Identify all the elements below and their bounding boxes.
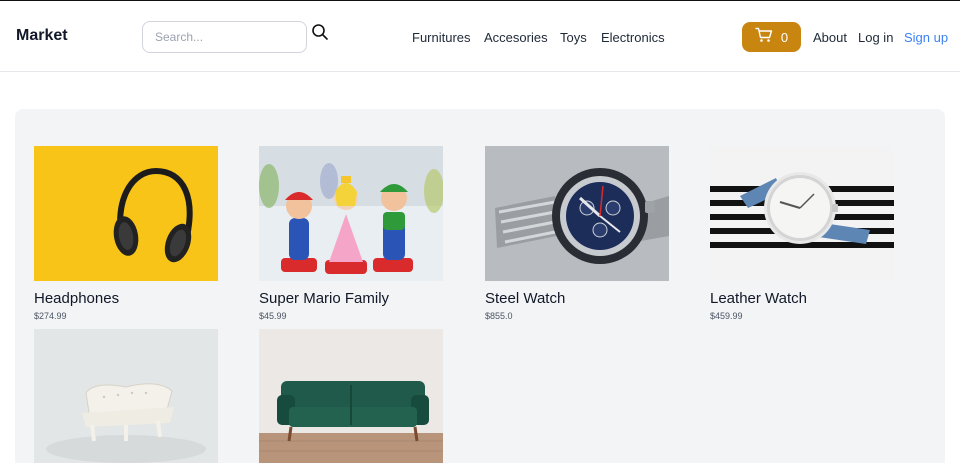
- login-link[interactable]: Log in: [858, 30, 893, 45]
- product-price: $274.99: [34, 311, 67, 321]
- cart-icon: [755, 27, 773, 48]
- product-image[interactable]: [34, 146, 218, 281]
- product-price: $459.99: [710, 311, 743, 321]
- signup-link[interactable]: Sign up: [904, 30, 948, 45]
- product-image[interactable]: [34, 329, 218, 463]
- nav-link-accesories[interactable]: Accesories: [484, 30, 548, 45]
- nav-link-furnitures[interactable]: Furnitures: [412, 30, 471, 45]
- top-navbar: Market Furnitures Accesories Toys Electr…: [0, 0, 960, 72]
- cart-count: 0: [780, 29, 789, 45]
- product-card[interactable]: Leather Watch $459.99: [710, 146, 894, 321]
- product-card[interactable]: [259, 329, 443, 463]
- product-grid: Headphones $274.99 Super Mario Family $4…: [15, 109, 945, 463]
- about-link[interactable]: About: [813, 30, 847, 45]
- product-price: $855.0: [485, 311, 513, 321]
- product-image[interactable]: [485, 146, 669, 281]
- nav-link-toys[interactable]: Toys: [560, 30, 587, 45]
- product-name: Leather Watch: [710, 290, 807, 307]
- search-icon[interactable]: [311, 23, 331, 43]
- product-name: Steel Watch: [485, 290, 566, 307]
- search-input[interactable]: [142, 21, 307, 53]
- nav-link-electronics[interactable]: Electronics: [601, 30, 665, 45]
- product-card[interactable]: Headphones $274.99: [34, 146, 218, 321]
- product-name: Super Mario Family: [259, 290, 390, 307]
- product-name: Headphones: [34, 290, 120, 307]
- brand-logo[interactable]: Market: [16, 27, 68, 45]
- product-image[interactable]: [259, 146, 443, 281]
- product-price: $45.99: [259, 311, 287, 321]
- product-image[interactable]: [259, 329, 443, 463]
- cart-button[interactable]: 0: [742, 22, 801, 52]
- product-card[interactable]: Steel Watch $855.0: [485, 146, 669, 321]
- product-image[interactable]: [710, 146, 894, 281]
- product-card[interactable]: Super Mario Family $45.99: [259, 146, 443, 321]
- product-card[interactable]: [34, 329, 218, 463]
